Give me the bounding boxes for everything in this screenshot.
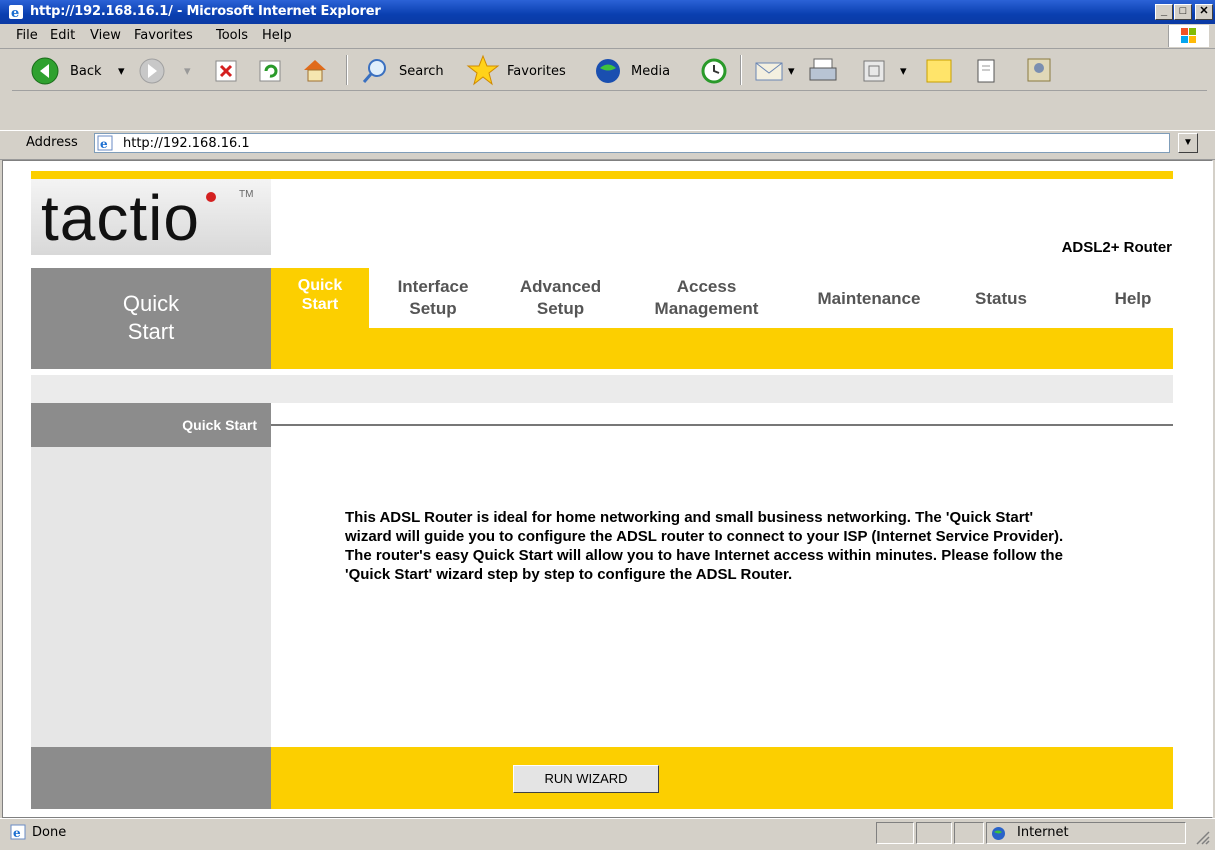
back-button[interactable]: Back [70, 64, 102, 79]
internet-explorer-icon: e [9, 5, 23, 20]
windows-logo-icon [1168, 25, 1209, 47]
svg-text:e: e [11, 6, 19, 20]
page-icon: e [97, 135, 113, 151]
status-bar: e Done Internet [0, 818, 1215, 848]
product-name: ADSL2+ Router [1061, 239, 1172, 256]
zone-text: Internet [1017, 825, 1069, 840]
status-panel-2 [916, 822, 952, 844]
address-dropdown-icon[interactable]: ▼ [1178, 133, 1198, 153]
status-text: Done [32, 825, 67, 840]
section-title: Quick Start [122, 291, 180, 344]
tab-maintenance[interactable]: Maintenance [799, 288, 939, 310]
back-dropdown-icon[interactable]: ▾ [118, 64, 125, 79]
svg-text:e: e [100, 137, 108, 151]
search-button[interactable]: Search [399, 64, 444, 79]
refresh-icon[interactable] [258, 59, 282, 83]
top-accent-bar [31, 171, 1173, 179]
logo-text: tactio [41, 182, 200, 254]
section-title-panel: Quick Start [31, 268, 271, 369]
menu-view[interactable]: View [90, 28, 121, 43]
home-icon[interactable] [300, 55, 330, 85]
minimize-button[interactable]: _ [1155, 4, 1173, 20]
side-label-panel: Quick Start [31, 403, 271, 447]
edit-icon[interactable] [862, 59, 886, 83]
messenger-icon[interactable] [1024, 55, 1054, 85]
address-url: http://192.168.16.1 [123, 136, 250, 151]
subnav-bar [271, 328, 1173, 369]
tab-advanced-setup[interactable]: Advanced Setup [503, 276, 618, 320]
media-button[interactable]: Media [631, 64, 670, 79]
logo-dot-icon [206, 192, 216, 202]
status-panel-1 [876, 822, 914, 844]
status-panel-3 [954, 822, 984, 844]
bottom-left-panel [31, 747, 271, 809]
description-text: This ADSL Router is ideal for home netwo… [345, 509, 1064, 583]
menu-edit[interactable]: Edit [50, 28, 75, 43]
search-icon[interactable] [360, 56, 390, 86]
maximize-button[interactable]: □ [1174, 4, 1192, 20]
mail-dropdown-icon[interactable]: ▾ [788, 64, 795, 79]
edit-dropdown-icon[interactable]: ▾ [900, 64, 907, 79]
spacer-row [31, 375, 1173, 403]
internet-globe-icon [992, 827, 1005, 840]
favorites-star-icon[interactable] [466, 54, 500, 86]
address-label: Address [26, 135, 78, 150]
media-icon[interactable] [594, 57, 622, 85]
tab-interface-setup[interactable]: Interface Setup [378, 276, 488, 320]
menu-file[interactable]: File [16, 28, 38, 43]
window-title: http://192.168.16.1/ - Microsoft Interne… [30, 4, 381, 19]
divider-line [271, 424, 1173, 426]
window-title-bar: e http://192.168.16.1/ - Microsoft Inter… [0, 0, 1215, 24]
print-icon[interactable] [808, 57, 838, 85]
favorites-button[interactable]: Favorites [507, 64, 566, 79]
forward-arrow-icon[interactable] [138, 57, 166, 85]
side-label: Quick Start [182, 417, 257, 433]
tab-access-management[interactable]: Access Management [639, 276, 774, 320]
stop-icon[interactable] [214, 59, 238, 83]
page-status-icon: e [10, 824, 26, 840]
discuss-icon[interactable] [924, 57, 954, 85]
bottom-action-bar [271, 747, 1173, 809]
research-icon[interactable] [972, 56, 1002, 86]
menu-favorites[interactable]: Favorites [134, 28, 193, 43]
run-wizard-button[interactable]: RUN WIZARD [513, 765, 659, 793]
history-icon[interactable] [700, 57, 728, 85]
logo-panel: tactio TM [31, 179, 271, 255]
resize-grip-icon[interactable] [1192, 827, 1210, 845]
zone-panel: Internet [986, 822, 1186, 844]
tab-quick-start[interactable]: Quick Start [271, 268, 369, 328]
close-button[interactable]: ✕ [1195, 4, 1213, 20]
menu-help[interactable]: Help [262, 28, 292, 43]
mail-icon[interactable] [754, 58, 784, 84]
page-viewport: tactio TM ADSL2+ Router Quick Start Quick… [2, 160, 1213, 818]
tab-help[interactable]: Help [1103, 288, 1163, 310]
back-arrow-icon[interactable] [30, 56, 60, 86]
side-column [31, 403, 271, 747]
tab-status[interactable]: Status [956, 288, 1046, 310]
svg-text:e: e [13, 826, 21, 840]
toolbar: Back ▾ ▾ Search Favorites Media ▾ ▾ [0, 49, 1215, 129]
forward-dropdown-icon[interactable]: ▾ [184, 64, 191, 79]
menu-tools[interactable]: Tools [216, 28, 248, 43]
address-input[interactable]: e http://192.168.16.1 [94, 133, 1170, 153]
logo-trademark: TM [239, 189, 254, 200]
